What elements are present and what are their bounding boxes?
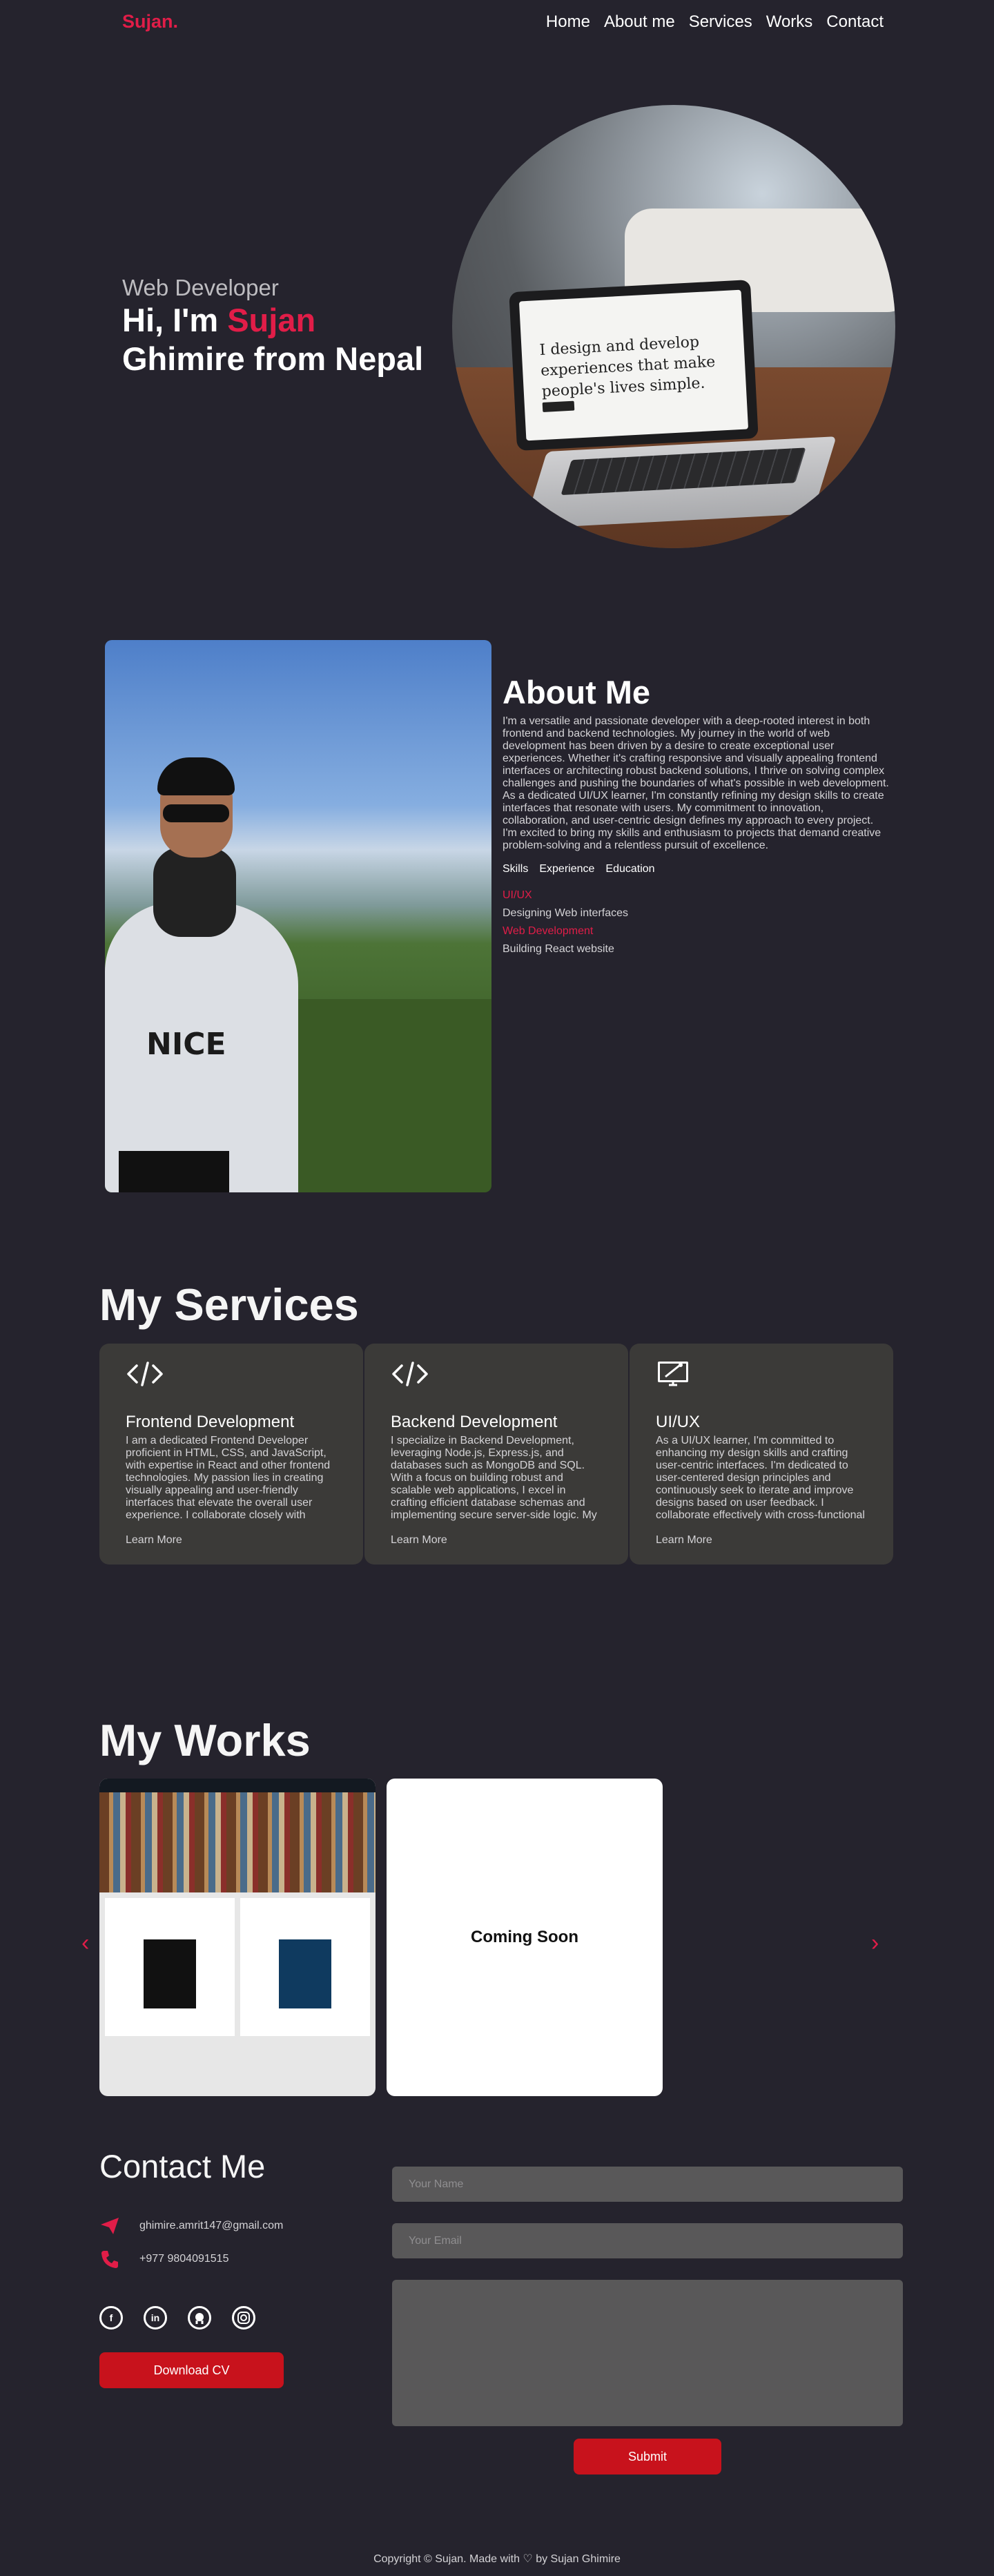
- nav-works-link[interactable]: Works: [766, 12, 813, 32]
- bookshelf-banner: [99, 1792, 376, 1892]
- about-profile-photo: NICE: [105, 640, 491, 1192]
- book-cards: [99, 1892, 376, 2042]
- learn-more-link[interactable]: Learn More: [391, 1534, 602, 1547]
- book-card: [105, 1898, 235, 2036]
- learn-more-link[interactable]: Learn More: [126, 1534, 337, 1547]
- service-card-uiux: UI/UX As a UI/UX learner, I'm committed …: [630, 1344, 893, 1565]
- book-cover: [279, 1939, 331, 2008]
- name-input[interactable]: [392, 2167, 903, 2202]
- book-card: [240, 1898, 370, 2036]
- services-title: My Services: [99, 1279, 359, 1330]
- service-title: Frontend Development: [126, 1413, 295, 1431]
- laptop-screen: I design and develop experiences that ma…: [509, 279, 759, 452]
- service-description: I am a dedicated Frontend Developer prof…: [126, 1435, 331, 1521]
- contact-email[interactable]: ghimire.amrit147@gmail.com: [139, 2220, 283, 2232]
- carousel-next-button[interactable]: ›: [871, 1930, 879, 1957]
- about-tabs: Skills Experience Education: [503, 863, 655, 875]
- photo-hair: [157, 757, 235, 795]
- contact-email-row: ghimire.amrit147@gmail.com: [99, 2216, 283, 2236]
- skill-detail: Building React website: [503, 943, 614, 955]
- skill-list: UI/UX Designing Web interfaces Web Devel…: [503, 887, 628, 958]
- hero-title: Hi, I'm Sujan Ghimire from Nepal: [122, 301, 423, 378]
- nav-about-link[interactable]: About me: [604, 12, 675, 32]
- laptop-display: I design and develop experiences that ma…: [518, 289, 749, 441]
- service-title: Backend Development: [391, 1413, 558, 1431]
- about-title: About Me: [503, 674, 651, 710]
- laptop-keys: [561, 447, 806, 496]
- bookstore-topbar: [99, 1779, 376, 1792]
- instagram-icon[interactable]: [232, 2306, 255, 2330]
- contact-phone[interactable]: +977 9804091515: [139, 2253, 228, 2265]
- nav-services-link[interactable]: Services: [689, 12, 752, 32]
- about-paragraph: I'm a versatile and passionate developer…: [503, 715, 889, 851]
- contact-title: Contact Me: [99, 2148, 266, 2185]
- book-cover: [144, 1939, 196, 2008]
- learn-more-link[interactable]: Learn More: [656, 1534, 867, 1547]
- laptop-cta-shape: [542, 400, 575, 412]
- facebook-icon[interactable]: f: [99, 2306, 123, 2330]
- photo-scarf: [153, 847, 236, 937]
- service-title: UI/UX: [656, 1413, 701, 1431]
- hero-subtitle: Web Developer: [122, 275, 279, 300]
- code-icon: [126, 1357, 337, 1391]
- github-icon[interactable]: [188, 2306, 211, 2330]
- contact-phone-row: +977 9804091515: [99, 2249, 228, 2269]
- email-input[interactable]: [392, 2223, 903, 2258]
- message-textarea[interactable]: [392, 2280, 903, 2426]
- hero-name: Sujan: [227, 302, 316, 338]
- hero-title-line2: Ghimire from Nepal: [122, 340, 424, 377]
- service-card-frontend: Frontend Development I am a dedicated Fr…: [99, 1344, 363, 1565]
- main-nav: Home About me Services Works Contact: [546, 12, 884, 32]
- photo-pants: [119, 1151, 229, 1192]
- service-card-backend: Backend Development I specialize in Back…: [364, 1344, 628, 1565]
- design-monitor-icon: [656, 1357, 867, 1391]
- skill-detail: Designing Web interfaces: [503, 907, 629, 919]
- photo-hoodie-print: NICE: [146, 1027, 226, 1062]
- social-links: f in: [99, 2306, 255, 2330]
- nav-home-link[interactable]: Home: [546, 12, 590, 32]
- skill-name: Web Development: [503, 925, 594, 937]
- tab-education[interactable]: Education: [605, 863, 654, 875]
- carousel-prev-button[interactable]: ‹: [81, 1930, 89, 1957]
- works-title: My Works: [99, 1715, 311, 1765]
- service-description: As a UI/UX learner, I'm committed to enh…: [656, 1435, 865, 1521]
- phone-icon: [99, 2249, 120, 2269]
- submit-button[interactable]: Submit: [574, 2439, 721, 2475]
- photo-sunglasses: [163, 804, 229, 822]
- nav-contact-link[interactable]: Contact: [826, 12, 884, 32]
- hero-greeting: Hi, I'm: [122, 302, 228, 338]
- coming-soon-label: Coming Soon: [471, 1928, 578, 1946]
- hero-laptop-image: I design and develop experiences that ma…: [452, 105, 895, 548]
- laptop-display-text: I design and develop experiences that ma…: [539, 333, 716, 401]
- download-cv-button[interactable]: Download CV: [99, 2352, 284, 2388]
- site-logo[interactable]: Sujan.: [122, 11, 178, 32]
- work-card-coming-soon[interactable]: Coming Soon: [387, 1779, 663, 2096]
- service-description: I specialize in Backend Development, lev…: [391, 1435, 597, 1521]
- code-icon: [391, 1357, 602, 1391]
- skill-name: UI/UX: [503, 889, 532, 901]
- tab-experience[interactable]: Experience: [539, 863, 594, 875]
- tab-skills[interactable]: Skills: [503, 863, 528, 875]
- linkedin-icon[interactable]: in: [144, 2306, 167, 2330]
- work-card-bookstore[interactable]: [99, 1779, 376, 2096]
- paper-plane-icon: [99, 2216, 120, 2236]
- footer-copyright: Copyright © Sujan. Made with ♡ by Sujan …: [373, 2553, 621, 2565]
